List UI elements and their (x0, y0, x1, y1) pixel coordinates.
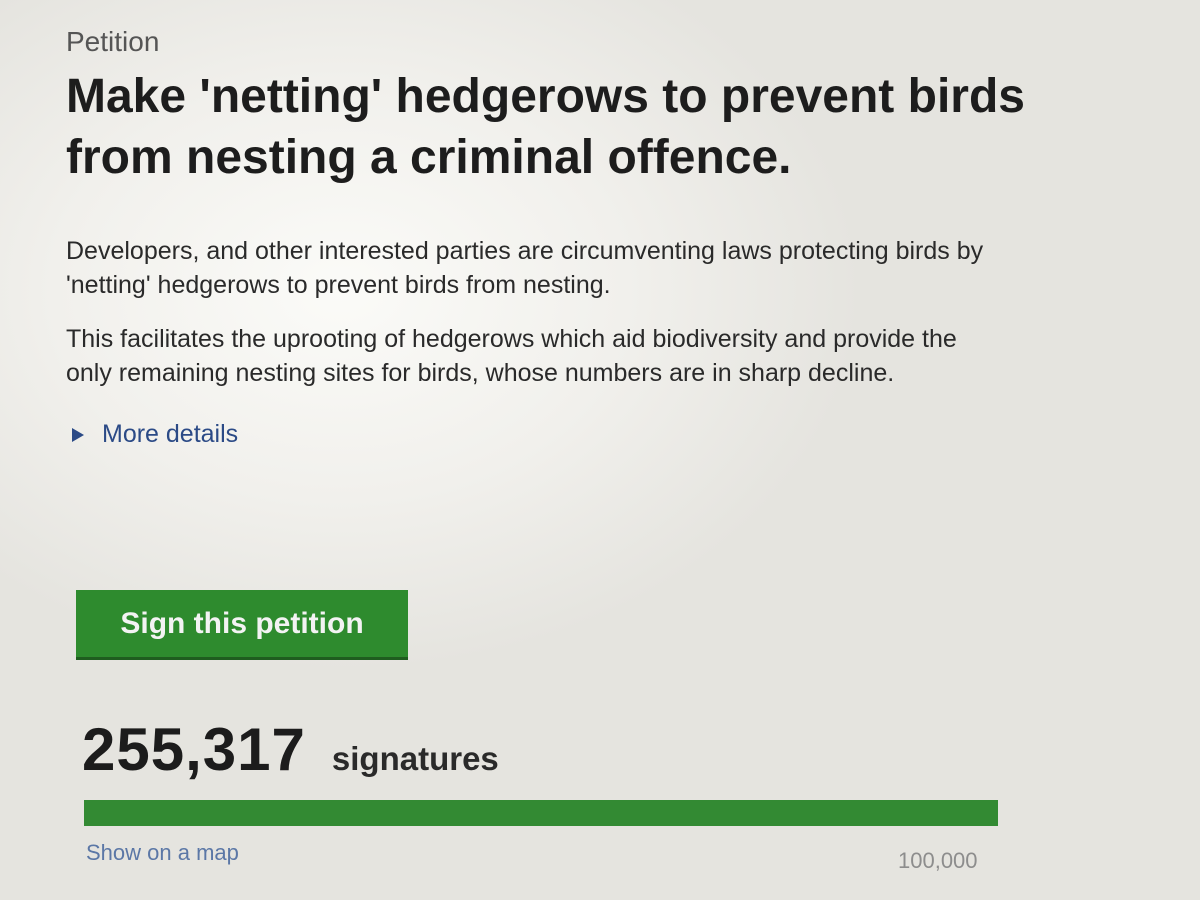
petition-page: Petition Make 'netting' hedgerows to pre… (0, 0, 1200, 900)
signature-progress-bar (84, 800, 998, 826)
signature-progress-fill (84, 800, 998, 826)
show-on-map-link[interactable]: Show on a map (86, 840, 239, 866)
signature-count-label: signatures (331, 740, 499, 777)
petition-content: Petition Make 'netting' hedgerows to pre… (66, 22, 1026, 449)
more-details-toggle[interactable]: More details (72, 420, 1026, 449)
petition-description-2: This facilitates the uprooting of hedger… (66, 325, 957, 387)
page-eyebrow: Petition (66, 26, 160, 57)
triangle-right-icon (72, 427, 84, 442)
more-details-label: More details (102, 420, 239, 448)
signature-count: 255,317 signatures (82, 715, 499, 784)
petition-title: Make 'netting' hedgerows to prevent bird… (66, 70, 1025, 184)
sign-petition-button[interactable]: Sign this petition (76, 590, 408, 660)
signature-target: 100,000 (898, 848, 978, 873)
petition-description-1: Developers, and other interested parties… (66, 237, 984, 299)
signature-count-number: 255,317 (82, 716, 306, 783)
